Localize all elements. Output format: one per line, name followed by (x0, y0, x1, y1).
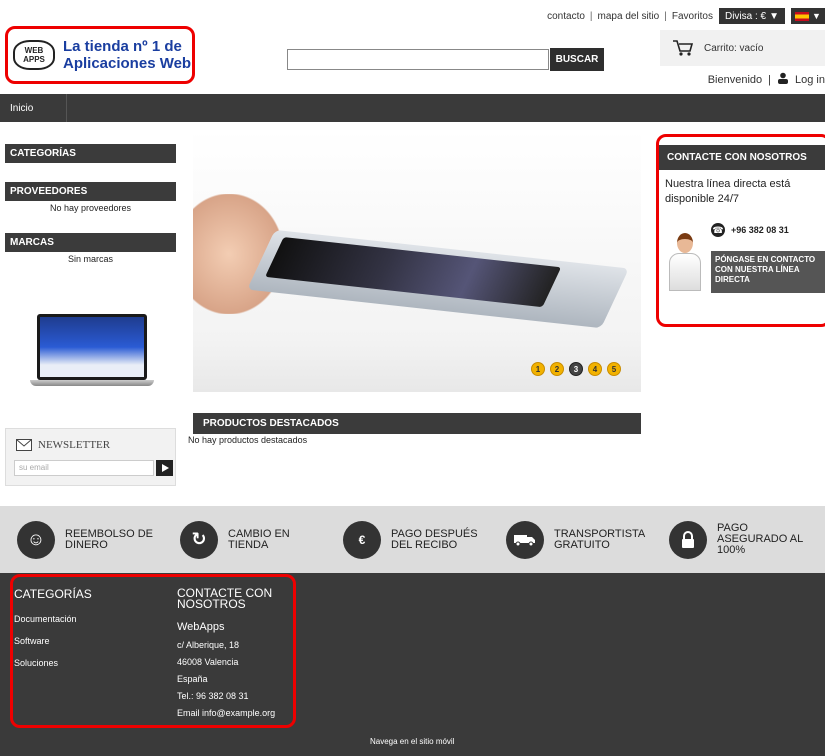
contact-block: CONTACTE CON NOSOTROS Nuestra línea dire… (656, 134, 825, 327)
newsletter-block: NEWSLETTER su email (5, 428, 176, 486)
footer-categories-title: CATEGORÍAS (14, 587, 92, 601)
newsletter-title: NEWSLETTER (16, 439, 110, 451)
search-input[interactable] (287, 49, 549, 70)
newsletter-email-input[interactable]: su email (14, 460, 154, 476)
welcome-text: Bienvenido (707, 73, 763, 86)
support-agent-image (667, 233, 703, 293)
promo-laptop-image[interactable] (30, 312, 154, 388)
feature-refund[interactable]: ☺ REEMBOLSO DE DINERO (17, 506, 153, 573)
categories-heading[interactable]: CATEGORÍAS (5, 144, 176, 163)
feature-label: PAGO ASEGURADO AL 100% (717, 522, 804, 556)
contact-text: Nuestra línea directa está disponible 24… (665, 178, 791, 205)
separator: | (768, 73, 772, 86)
newsletter-submit-button[interactable] (156, 460, 173, 476)
brands-empty: Sin marcas (67, 254, 113, 264)
footer-email[interactable]: Email info@example.org (177, 708, 275, 718)
footer-link-solutions[interactable]: Soluciones (14, 658, 58, 668)
chevron-down-icon: ▼ (769, 10, 779, 22)
featured-empty-text: No hay productos destacados (188, 435, 308, 445)
lock-icon (669, 520, 707, 559)
footer-address-country: España (177, 674, 208, 684)
user-icon (777, 72, 789, 87)
spain-flag-icon (795, 11, 810, 21)
logo-line1: La tienda nº 1 de (63, 38, 182, 55)
currency-select[interactable]: Divisa : € ▼ (718, 8, 785, 24)
currency-label: Divisa : € (724, 10, 767, 22)
logo-badge-top: WEB (24, 46, 44, 55)
cash-icon: € (343, 520, 381, 559)
logo[interactable]: WEB APPS La tienda nº 1 de Aplicaciones … (5, 26, 195, 84)
nav-item-home[interactable]: Inicio (0, 94, 67, 122)
footer-link-documentation[interactable]: Documentación (14, 614, 77, 624)
laptop-base (30, 380, 154, 386)
feature-label: REEMBOLSO DE DINERO (65, 527, 154, 551)
hero-slider[interactable]: 1 2 3 4 5 (193, 129, 641, 392)
footer-address-street: c/ Alberique, 18 (177, 640, 240, 650)
chevron-down-icon: ▼ (812, 11, 821, 21)
refresh-icon: ↻ (180, 520, 218, 559)
newsletter-label: NEWSLETTER (38, 439, 111, 451)
separator: | (589, 10, 593, 22)
featured-products-heading: PRODUCTOS DESTACADOS (193, 413, 641, 434)
main-nav: Inicio (0, 94, 825, 122)
logo-badge-bottom: APPS (23, 55, 45, 64)
slider-dot-2[interactable]: 2 (550, 362, 564, 376)
slider-dot-4[interactable]: 4 (588, 362, 602, 376)
search-button[interactable]: BUSCAR (550, 48, 604, 71)
feature-label: PAGO DESPUÉS DEL RECIBO (391, 527, 478, 551)
contact-hotline-button[interactable]: PÓNGASE EN CONTACTO CON NUESTRA LÍNEA DI… (711, 251, 825, 293)
slider-dot-3[interactable]: 3 (569, 362, 583, 376)
brands-heading[interactable]: MARCAS (5, 233, 176, 252)
suppliers-empty: No hay proveedores (49, 203, 132, 213)
feature-exchange[interactable]: ↻ CAMBIO EN TIENDA (180, 506, 290, 573)
separator: | (664, 10, 667, 22)
features-strip: ☺ REEMBOLSO DE DINERO ↻ CAMBIO EN TIENDA… (0, 506, 825, 573)
favorites-link[interactable]: Favoritos (672, 11, 713, 22)
cart-icon (673, 40, 694, 56)
suppliers-heading[interactable]: PROVEEDORES (5, 182, 176, 201)
top-links-bar: contacto | mapa del sitio | Favoritos Di… (547, 6, 825, 26)
slider-dot-1[interactable]: 1 (531, 362, 545, 376)
feature-pay-after[interactable]: € PAGO DESPUÉS DEL RECIBO (343, 506, 478, 573)
language-select[interactable]: ▼ (791, 8, 825, 24)
sitemap-link[interactable]: mapa del sitio (598, 11, 660, 22)
footer-address-city: 46008 Valencia (177, 657, 239, 667)
footer-phone: Tel.: 96 382 08 31 (177, 691, 249, 701)
truck-icon (506, 520, 544, 559)
mobile-site-link[interactable]: Navega en el sitio móvil (370, 737, 454, 746)
contact-phone: ☎ +96 382 08 31 (711, 223, 789, 237)
play-arrow-icon (161, 464, 169, 472)
footer-link-software[interactable]: Software (14, 636, 50, 646)
envelope-icon (16, 439, 32, 451)
cart-block[interactable]: Carrito: vacío (660, 30, 825, 66)
slider-dot-5[interactable]: 5 (607, 362, 621, 376)
footer-contact-title: CONTACTE CON NOSOTROS (177, 586, 273, 611)
phone-icon: ☎ (711, 223, 725, 237)
contact-heading: CONTACTE CON NOSOTROS (659, 145, 825, 170)
feature-secure-payment[interactable]: PAGO ASEGURADO AL 100% (669, 506, 803, 573)
webapps-logo-icon: WEB APPS (13, 40, 55, 70)
user-bar: Bienvenido | Log in (708, 72, 825, 87)
smiley-icon: ☺ (17, 520, 55, 559)
feature-label: TRANSPORTISTA GRATUITO (554, 527, 646, 551)
phone-number: +96 382 08 31 (731, 225, 789, 235)
contact-link[interactable]: contacto (547, 11, 585, 22)
logo-line2: Aplicaciones Web (63, 55, 192, 72)
feature-label: CAMBIO EN TIENDA (228, 527, 290, 551)
tablet-image (247, 229, 629, 329)
laptop-screen (37, 314, 147, 380)
cart-label: Carrito: vacío (704, 42, 764, 54)
slider-pagination: 1 2 3 4 5 (531, 362, 621, 376)
feature-free-shipping[interactable]: TRANSPORTISTA GRATUITO (506, 506, 645, 573)
logo-text: La tienda nº 1 de Aplicaciones Web (63, 38, 191, 72)
footer-company: WebApps (177, 621, 225, 633)
login-link[interactable]: Log in (795, 74, 825, 86)
